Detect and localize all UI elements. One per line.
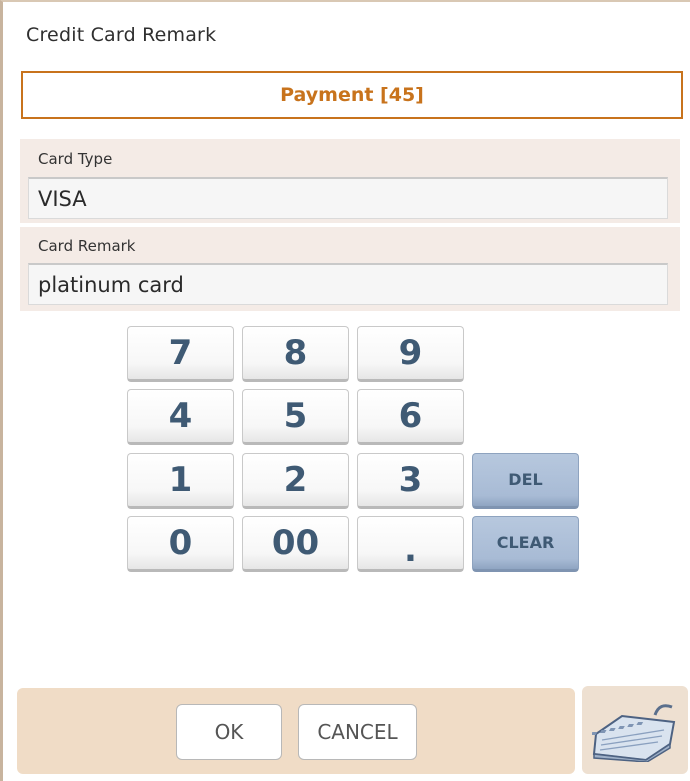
keyboard-icon	[581, 698, 678, 766]
key-4[interactable]: 4	[127, 389, 234, 445]
key-7[interactable]: 7	[127, 326, 234, 382]
key-8[interactable]: 8	[242, 326, 349, 382]
clear-button[interactable]: CLEAR	[472, 516, 579, 572]
key-decimal[interactable]: .	[357, 516, 464, 572]
key-0[interactable]: 0	[127, 516, 234, 572]
key-5[interactable]: 5	[242, 389, 349, 445]
card-type-group: Card Type VISA	[20, 139, 680, 223]
keyboard-toggle-button[interactable]	[581, 686, 688, 774]
payment-header: Payment [45]	[21, 71, 683, 119]
key-1[interactable]: 1	[127, 453, 234, 509]
key-2[interactable]: 2	[242, 453, 349, 509]
card-type-field[interactable]: VISA	[28, 177, 668, 219]
key-00[interactable]: 00	[242, 516, 349, 572]
dialog-title: Credit Card Remark	[26, 24, 217, 46]
action-bar	[17, 688, 575, 774]
card-remark-group: Card Remark platinum card	[20, 227, 680, 311]
del-button[interactable]: DEL	[472, 453, 579, 509]
key-3[interactable]: 3	[357, 453, 464, 509]
key-9[interactable]: 9	[357, 326, 464, 382]
cancel-button[interactable]: CANCEL	[298, 704, 417, 760]
card-remark-field[interactable]: platinum card	[28, 263, 668, 305]
card-remark-label: Card Remark	[38, 237, 136, 255]
key-6[interactable]: 6	[357, 389, 464, 445]
card-type-label: Card Type	[38, 150, 113, 168]
ok-button[interactable]: OK	[176, 704, 282, 760]
